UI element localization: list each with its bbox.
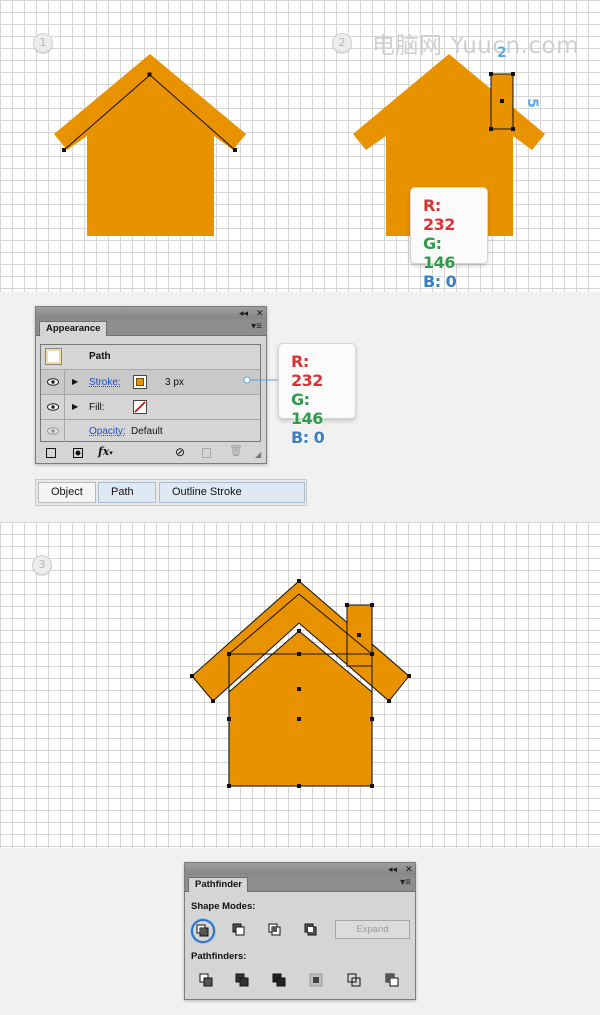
merge-icon [272, 973, 286, 987]
unite-button[interactable] [191, 919, 215, 943]
expand-button: Expand [335, 920, 410, 939]
divide-button[interactable] [197, 971, 217, 991]
outline-icon [347, 973, 361, 987]
shape-modes-label: Shape Modes: [191, 901, 256, 912]
panel-titlebar[interactable]: ◂◂ ✕ [185, 863, 415, 875]
minus-front-button[interactable] [229, 921, 249, 941]
close-icon[interactable]: ✕ [405, 863, 413, 875]
minus-back-button[interactable] [383, 971, 403, 991]
exclude-icon [304, 923, 317, 936]
divide-icon [199, 973, 213, 987]
unite-icon [196, 924, 209, 937]
collapse-icon[interactable]: ◂◂ [388, 863, 397, 875]
intersect-button[interactable] [265, 921, 285, 941]
panel-tab-strip: Pathfinder ▾≡ [185, 875, 415, 892]
crop-button[interactable] [307, 971, 327, 991]
trim-button[interactable] [233, 971, 253, 991]
exclude-button[interactable] [301, 921, 321, 941]
panel-menu-icon[interactable]: ▾≡ [400, 877, 411, 889]
intersect-icon [268, 923, 281, 936]
minus-front-icon [232, 923, 245, 936]
minus-back-icon [385, 973, 399, 987]
pathfinders-label: Pathfinders: [191, 951, 247, 962]
trim-icon [235, 973, 249, 987]
outline-button[interactable] [345, 971, 365, 991]
tab-pathfinder[interactable]: Pathfinder [188, 877, 248, 892]
pathfinder-panel[interactable]: ◂◂ ✕ Pathfinder ▾≡ Shape Modes: Expand P… [184, 862, 416, 1000]
crop-icon [309, 973, 323, 987]
merge-button[interactable] [270, 971, 290, 991]
